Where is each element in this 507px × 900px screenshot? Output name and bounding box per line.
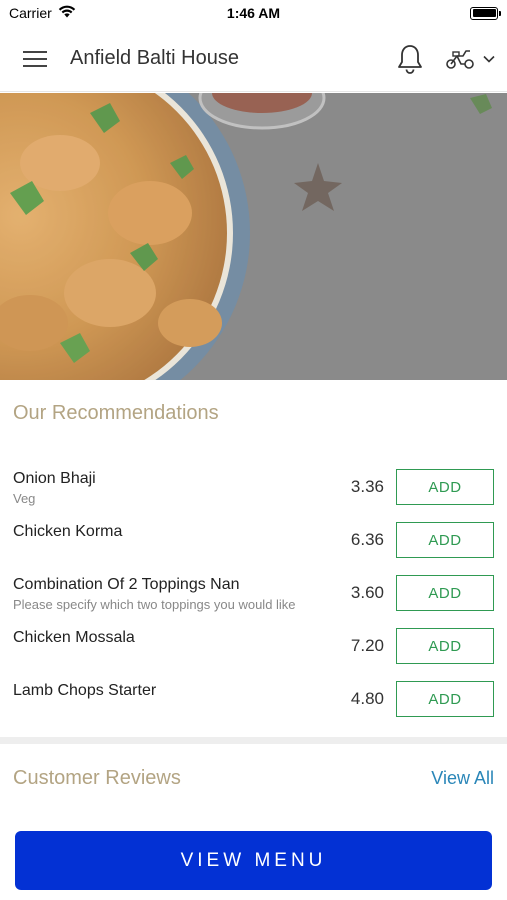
- item-price: 3.36: [350, 477, 384, 496]
- status-bar: Carrier 1:46 AM: [0, 0, 507, 26]
- item-name: Chicken Korma: [13, 523, 123, 540]
- bell-icon: [398, 44, 422, 74]
- list-item: Lamb Chops Starter 4.80 ADD: [0, 678, 507, 731]
- app-header: Anfield Balti House: [0, 26, 507, 92]
- item-name: Combination Of 2 Toppings Nan: [13, 576, 240, 593]
- wifi-icon: [58, 5, 76, 21]
- item-price: 4.80: [350, 689, 384, 708]
- add-button[interactable]: ADD: [396, 575, 494, 611]
- item-price: 6.36: [350, 530, 384, 549]
- list-item: Chicken Mossala 7.20 ADD: [0, 625, 507, 678]
- view-all-reviews-link[interactable]: View All: [431, 768, 494, 789]
- header-actions: [397, 44, 495, 74]
- item-name: Chicken Mossala: [13, 629, 135, 646]
- list-item: Combination Of 2 Toppings Nan Please spe…: [0, 572, 507, 625]
- list-item: Onion Bhaji Veg 3.36 ADD: [0, 466, 507, 519]
- reviews-heading: Customer Reviews: [13, 767, 181, 789]
- carrier-label: Carrier: [9, 5, 52, 21]
- view-menu-button[interactable]: VIEW MENU: [15, 831, 492, 890]
- hero-image: [0, 93, 507, 380]
- delivery-mode-selector[interactable]: [445, 48, 495, 70]
- item-description: Veg: [13, 491, 36, 506]
- item-name: Onion Bhaji: [13, 470, 96, 487]
- item-price: 7.20: [350, 636, 384, 655]
- hamburger-menu-button[interactable]: [12, 36, 58, 82]
- add-button[interactable]: ADD: [396, 628, 494, 664]
- recommendations-heading: Our Recommendations: [13, 402, 219, 424]
- notifications-button[interactable]: [397, 44, 423, 74]
- item-description: Please specify which two toppings you wo…: [13, 597, 296, 612]
- battery-icon: [470, 6, 501, 20]
- chevron-down-icon: [483, 55, 495, 63]
- list-item: Chicken Korma 6.36 ADD: [0, 519, 507, 572]
- add-button[interactable]: ADD: [396, 522, 494, 558]
- add-button[interactable]: ADD: [396, 681, 494, 717]
- status-time: 1:46 AM: [226, 5, 281, 21]
- item-name: Lamb Chops Starter: [13, 682, 157, 699]
- add-button[interactable]: ADD: [396, 469, 494, 505]
- section-divider: [0, 737, 507, 744]
- item-price: 3.60: [350, 583, 384, 602]
- scooter-icon: [446, 49, 474, 69]
- recommendations-list: Onion Bhaji Veg 3.36 ADD Chicken Korma 6…: [0, 466, 507, 731]
- hamburger-menu-icon: [23, 50, 47, 67]
- food-photo: [0, 93, 507, 380]
- page-title: Anfield Balti House: [70, 47, 239, 69]
- status-left: Carrier: [9, 5, 76, 21]
